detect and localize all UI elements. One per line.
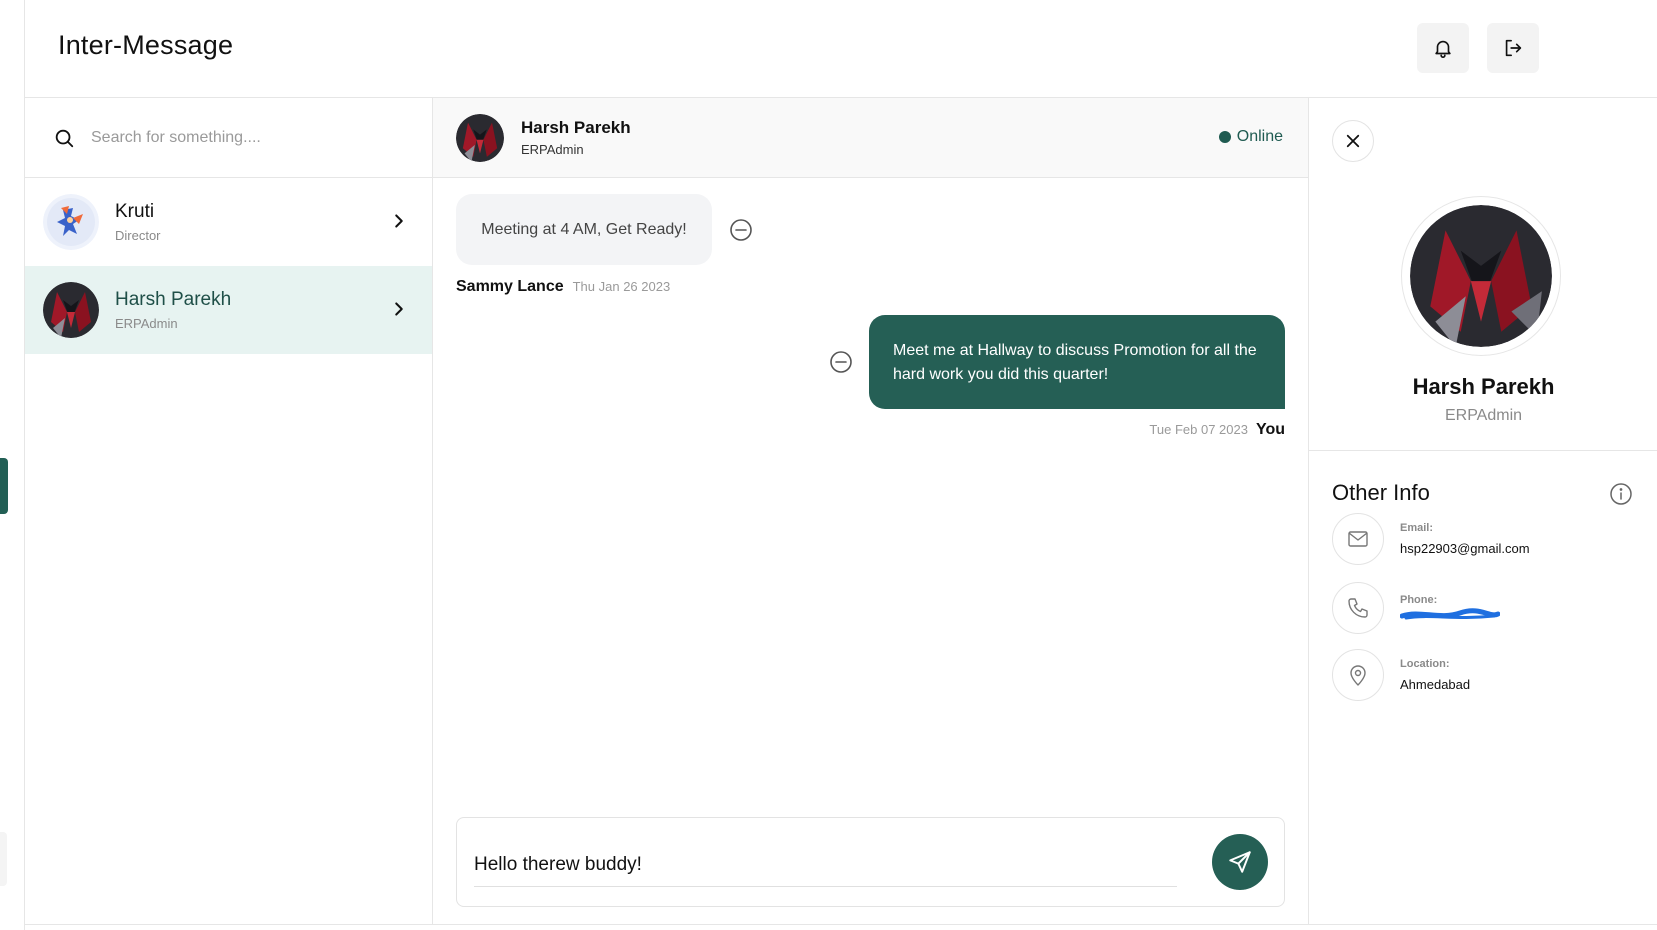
- message-input[interactable]: [474, 843, 1177, 887]
- close-profile-button[interactable]: [1332, 120, 1374, 162]
- chat-contact-role: ERPAdmin: [521, 142, 584, 157]
- notifications-button[interactable]: [1417, 23, 1469, 73]
- avatar: [43, 282, 99, 338]
- outgoing-message-bubble: Meet me at Hallway to discuss Promotion …: [869, 315, 1285, 409]
- search-bar: [25, 98, 432, 178]
- left-rail: [0, 0, 25, 930]
- rail-marker[interactable]: [0, 832, 7, 886]
- send-button[interactable]: [1212, 834, 1268, 890]
- email-label: Email:: [1400, 522, 1434, 534]
- location-pin-icon: [1350, 665, 1366, 686]
- phone-info-row: Phone:: [1332, 582, 1500, 634]
- contact-role: Director: [115, 228, 161, 243]
- contact-item-kruti[interactable]: Kruti Director: [25, 178, 432, 266]
- chat-panel: Harsh Parekh ERPAdmin Online Meeting at …: [433, 98, 1308, 924]
- remove-message-icon[interactable]: [729, 218, 753, 242]
- status-dot: [1218, 131, 1231, 143]
- top-header: Inter-Message: [25, 0, 1657, 98]
- profile-name: Harsh Parekh: [1412, 374, 1555, 399]
- remove-message-icon[interactable]: [829, 350, 853, 374]
- contact-name: Kruti: [115, 201, 155, 222]
- chevron-right-icon: [395, 302, 403, 316]
- chat-header: Harsh Parekh ERPAdmin Online: [433, 98, 1308, 178]
- phone-icon-circle: [1332, 582, 1384, 634]
- redacted-phone-scribble: [1400, 608, 1500, 620]
- logout-icon: [1505, 39, 1522, 57]
- send-icon: [1229, 851, 1251, 873]
- mail-icon: [1348, 531, 1368, 547]
- status-text: Online: [1236, 128, 1283, 145]
- online-status: Online: [1218, 128, 1283, 146]
- info-icon[interactable]: [1609, 482, 1633, 506]
- message-date: Tue Feb 07 2023: [1149, 422, 1248, 437]
- profile-role: ERPAdmin: [1444, 407, 1523, 424]
- message-date: Thu Jan 26 2023: [572, 279, 671, 294]
- email-info-row: Email: hsp22903@gmail.com: [1332, 513, 1530, 565]
- bell-icon: [1435, 40, 1451, 58]
- email-icon-circle: [1332, 513, 1384, 565]
- message-sender: Sammy Lance: [456, 278, 564, 295]
- app-title: Inter-Message: [58, 30, 234, 60]
- logout-button[interactable]: [1487, 23, 1539, 73]
- avatar: [43, 194, 99, 250]
- search-icon: [55, 129, 74, 147]
- divider: [1309, 450, 1657, 451]
- close-icon: [1346, 134, 1360, 148]
- contact-name: Harsh Parekh: [115, 289, 232, 310]
- contacts-panel: Kruti Director Harsh Parekh ERPAdmin: [25, 98, 433, 924]
- incoming-message-meta: Sammy Lance Thu Jan 26 2023: [456, 278, 670, 296]
- email-value: hsp22903@gmail.com: [1400, 541, 1530, 556]
- rail-active-marker[interactable]: [0, 458, 8, 514]
- other-info-title: Other Info: [1332, 480, 1430, 505]
- chevron-right-icon: [395, 214, 403, 228]
- contact-item-harsh-parekh[interactable]: Harsh Parekh ERPAdmin: [25, 266, 432, 354]
- phone-label: Phone:: [1400, 594, 1438, 606]
- location-label: Location:: [1400, 658, 1450, 670]
- avatar: [456, 113, 504, 162]
- contact-role: ERPAdmin: [115, 316, 178, 331]
- message-sender: You: [1255, 421, 1285, 438]
- incoming-message-bubble: Meeting at 4 AM, Get Ready!: [456, 194, 712, 265]
- location-icon-circle: [1332, 649, 1384, 701]
- bottom-divider: [25, 924, 1657, 925]
- location-info-row: Location: Ahmedabad: [1332, 649, 1470, 701]
- chat-contact-name: Harsh Parekh: [521, 118, 631, 137]
- search-input[interactable]: [91, 128, 391, 147]
- profile-panel: Harsh Parekh ERPAdmin Other Info Email: …: [1308, 98, 1657, 924]
- outgoing-message-meta: Tue Feb 07 2023 You: [1149, 421, 1285, 439]
- location-value: Ahmedabad: [1400, 677, 1471, 692]
- phone-icon: [1348, 598, 1368, 618]
- message-composer: [456, 817, 1285, 907]
- profile-avatar-ring: [1401, 196, 1561, 356]
- profile-avatar: [1410, 205, 1552, 347]
